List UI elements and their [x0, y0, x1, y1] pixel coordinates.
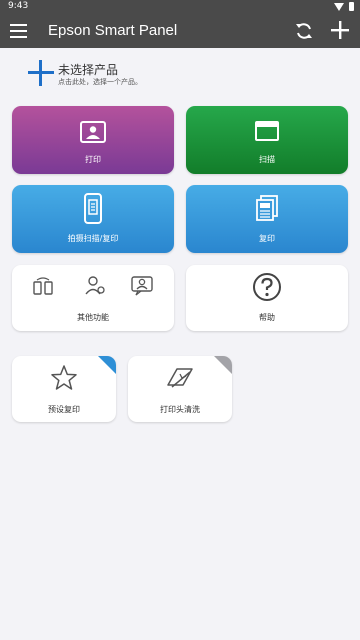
user-settings-icon — [85, 276, 105, 295]
preset-copy-tile[interactable]: 预设复印 — [12, 356, 116, 422]
copy-tile[interactable]: 复印 — [186, 185, 348, 253]
other-functions-tile[interactable]: 其他功能 — [12, 265, 174, 331]
menu-icon[interactable] — [10, 24, 27, 38]
product-selector[interactable]: 未选择产品 点击此处，选择一个产品。 — [28, 58, 228, 94]
plus-icon — [28, 60, 54, 86]
photo-scan-copy-label: 拍摄扫描/复印 — [67, 234, 119, 243]
help-tile[interactable]: 帮助 — [186, 265, 348, 331]
star-icon — [51, 365, 77, 390]
help-label: 帮助 — [259, 313, 275, 322]
help-icon — [253, 273, 281, 301]
scanner-icon — [255, 121, 279, 141]
refresh-icon[interactable] — [294, 21, 314, 41]
print-label: 打印 — [85, 155, 101, 164]
add-icon[interactable] — [328, 18, 352, 42]
smartphone-document-icon — [84, 193, 102, 224]
photo-scan-copy-tile[interactable]: 拍摄扫描/复印 — [12, 185, 174, 253]
print-tile[interactable]: 打印 — [12, 106, 174, 174]
copy-document-icon — [256, 195, 278, 221]
photo-print-icon — [80, 121, 106, 143]
product-title: 未选择产品 — [58, 63, 119, 77]
scan-tile[interactable]: 扫描 — [186, 106, 348, 174]
status-bar: 9:43 — [0, 0, 360, 14]
corner-badge — [214, 356, 232, 374]
print-head-cleaning-tile[interactable]: 打印头清洗 — [128, 356, 232, 422]
copy-label: 复印 — [259, 234, 275, 243]
app-title: Epson Smart Panel — [48, 22, 178, 39]
wifi-icon — [334, 2, 344, 11]
print-head-cleaning-icon — [167, 368, 193, 388]
status-time: 9:43 — [8, 1, 29, 11]
contact-card-icon — [131, 276, 153, 296]
status-icons — [334, 2, 354, 11]
app-bar: Epson Smart Panel — [0, 14, 360, 48]
share-devices-icon — [33, 277, 53, 295]
product-subtitle: 点击此处，选择一个产品。 — [58, 78, 142, 86]
corner-badge — [98, 356, 116, 374]
battery-icon — [349, 2, 354, 11]
preset-copy-label: 预设复印 — [48, 405, 80, 414]
print-head-cleaning-label: 打印头清洗 — [160, 405, 200, 414]
scan-label: 扫描 — [259, 155, 275, 164]
other-functions-label: 其他功能 — [77, 313, 109, 322]
